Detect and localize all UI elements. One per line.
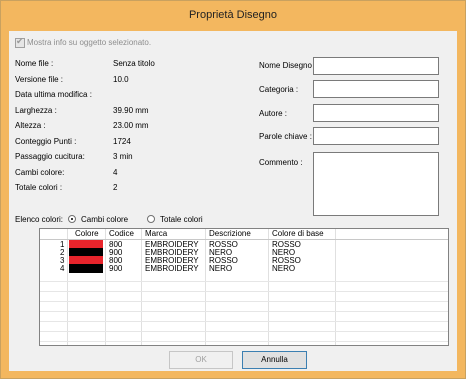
show-info-label: Mostra info su oggetto selezionato. xyxy=(27,38,152,47)
total-colors-radio[interactable] xyxy=(147,215,155,223)
thread-code: 900 xyxy=(109,264,123,273)
design-name-label: Nome Disegno : xyxy=(259,61,317,70)
category-field[interactable] xyxy=(313,80,439,98)
grid-line xyxy=(40,321,448,322)
color-table[interactable]: Colore Codice Marca Descrizione Colore d… xyxy=(39,228,449,346)
info-label: Data ultima modifica : xyxy=(15,90,92,99)
info-value: 10.0 xyxy=(113,74,129,84)
show-info-checkbox[interactable]: ✔ xyxy=(15,36,25,48)
info-value: 4 xyxy=(113,167,118,177)
info-label: Cambi colore: xyxy=(15,167,65,177)
properties-dialog: Proprietà Disegno ✔ Mostra info su ogget… xyxy=(0,0,466,379)
color-swatch xyxy=(69,264,103,273)
color-changes-radio[interactable] xyxy=(68,215,76,223)
total-colors-label: Totale colori xyxy=(160,215,203,224)
comment-label: Commento : xyxy=(259,158,303,167)
table-header: Colore Codice Marca Descrizione Colore d… xyxy=(40,229,448,238)
ok-button[interactable]: OK xyxy=(169,351,233,369)
grid-line xyxy=(40,311,448,312)
grid-line xyxy=(40,341,448,342)
author-field[interactable] xyxy=(313,104,439,122)
color-list-label: Elenco colori: xyxy=(15,215,64,224)
dialog-title: Proprietà Disegno xyxy=(188,9,278,21)
keywords-label: Parole chiave : xyxy=(259,132,312,141)
info-value: 39.90 mm xyxy=(113,105,149,115)
grid-line xyxy=(40,331,448,332)
info-label: Versione file : xyxy=(15,74,64,84)
info-label: Conteggio Punti : xyxy=(15,136,77,146)
info-value: 23.00 mm xyxy=(113,121,149,130)
brand-name: EMBROIDERY xyxy=(145,264,199,273)
color-changes-label: Cambi colore xyxy=(81,215,129,224)
info-value: 2 xyxy=(113,183,118,192)
info-label: Totale colori : xyxy=(15,183,63,192)
column-header[interactable]: Descrizione xyxy=(209,229,251,239)
category-label: Categoria : xyxy=(259,85,299,94)
keywords-field[interactable] xyxy=(313,127,439,145)
column-header[interactable]: Marca xyxy=(145,229,167,239)
row-number: 4 xyxy=(60,264,65,273)
dialog-body: ✔ Mostra info su oggetto selezionato. No… xyxy=(9,31,457,371)
info-label: Nome file : xyxy=(15,59,54,68)
color-description: NERO xyxy=(209,264,233,273)
base-color: NERO xyxy=(272,264,296,273)
column-header[interactable]: Codice xyxy=(109,229,134,239)
grid-line xyxy=(40,301,448,302)
check-icon: ✔ xyxy=(16,36,24,46)
info-value: Senza titolo xyxy=(113,59,155,68)
author-label: Autore : xyxy=(259,109,288,118)
grid-line xyxy=(40,291,448,292)
info-label: Altezza : xyxy=(15,121,46,130)
comment-field[interactable] xyxy=(313,152,439,216)
grid-line xyxy=(40,281,448,282)
cancel-button[interactable]: Annulla xyxy=(242,351,307,369)
column-header[interactable]: Colore di base xyxy=(272,229,324,239)
column-header[interactable]: Colore xyxy=(75,229,99,239)
design-name-field[interactable] xyxy=(313,57,439,75)
info-value: 1724 xyxy=(113,136,131,146)
info-label: Passaggio cucitura: xyxy=(15,152,85,161)
table-row[interactable]: 4 900 EMBROIDERY NERO NERO xyxy=(40,264,448,273)
info-value: 3 min xyxy=(113,152,133,161)
info-label: Larghezza : xyxy=(15,105,57,115)
